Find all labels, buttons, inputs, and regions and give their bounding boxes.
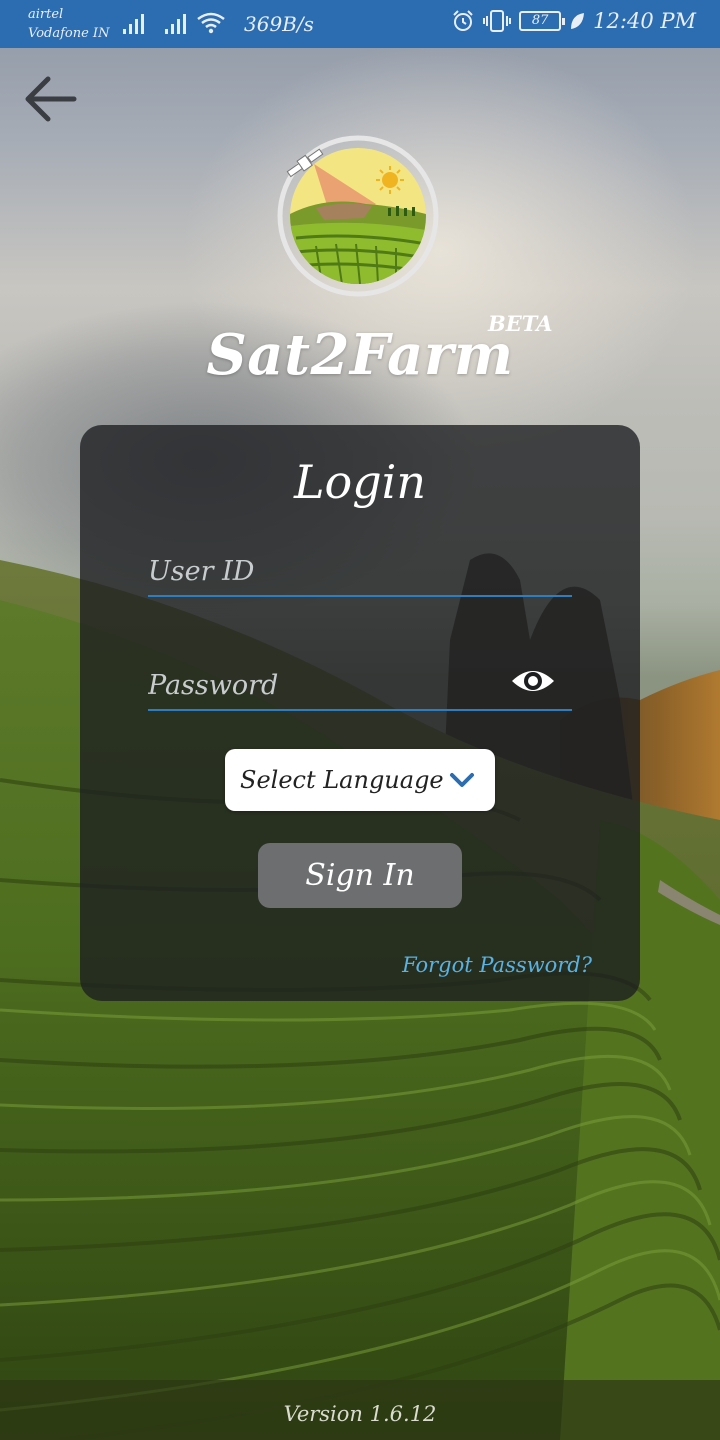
eye-icon[interactable] <box>510 665 556 697</box>
signal-icon <box>123 14 144 34</box>
login-title: Login <box>293 455 427 509</box>
arrow-left-icon[interactable] <box>20 70 82 128</box>
vibrate-icon <box>483 10 512 32</box>
carrier-1: airtel <box>28 7 64 22</box>
network-speed: 369B/s <box>244 12 314 36</box>
user-id-input[interactable] <box>148 541 572 595</box>
alarm-icon <box>453 10 473 31</box>
password-input[interactable] <box>148 655 572 709</box>
carrier-info: airtel Vodafone IN <box>28 5 109 43</box>
app-logo <box>277 135 439 297</box>
sign-in-button[interactable]: Sign In <box>258 843 462 908</box>
clock: 12:40 PM <box>593 9 696 33</box>
battery-indicator: 87 <box>519 11 566 31</box>
status-bar: airtel Vodafone IN 369B/s 87 12:40 PM <box>0 0 720 48</box>
forgot-password-link[interactable]: Forgot Password? <box>402 953 592 977</box>
version-text: Version 1.6.12 <box>283 1402 437 1426</box>
login-card: Login Select Language Sign In Forgot Pas… <box>80 425 640 1001</box>
carrier-2: Vodafone IN <box>28 26 110 41</box>
language-select-label: Select Language <box>240 766 444 794</box>
language-select[interactable]: Select Language <box>225 749 495 811</box>
leaf-icon <box>571 13 585 29</box>
password-field <box>148 655 572 711</box>
chevron-down-icon <box>450 773 474 787</box>
signal-icon <box>165 14 186 34</box>
wifi-icon <box>197 12 225 34</box>
user-id-field <box>148 541 572 597</box>
app-name: Sat2Farm <box>206 322 514 388</box>
